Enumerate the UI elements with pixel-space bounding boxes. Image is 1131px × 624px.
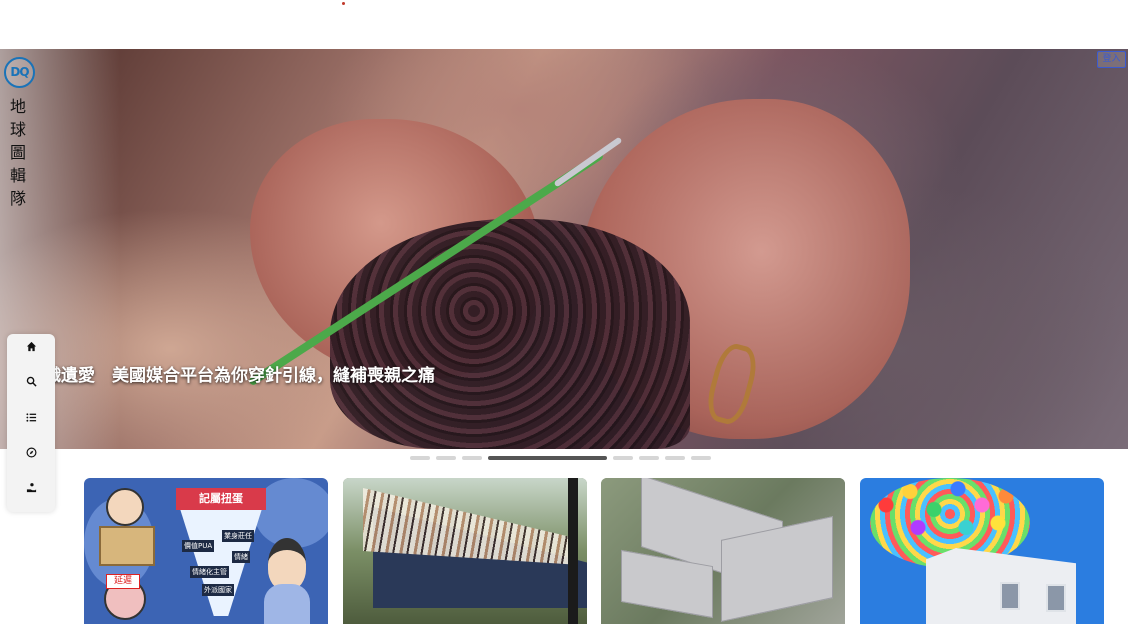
card-1-tag: 情緒化主管	[190, 566, 229, 578]
carousel-dot-8[interactable]	[691, 456, 711, 460]
brand-char: 隊	[10, 189, 27, 208]
carousel-dot-2[interactable]	[436, 456, 456, 460]
nav-explore[interactable]	[7, 440, 55, 464]
brand-char: 地	[10, 97, 27, 116]
hero-carousel[interactable]	[0, 49, 1128, 449]
card-1-banner: 記屬扭蛋	[176, 488, 266, 510]
card-1-tag: 業身莊任	[222, 530, 254, 542]
window-illustration	[1000, 582, 1020, 610]
logo[interactable]: DQ	[4, 57, 35, 88]
worried-woman-illustration	[268, 538, 306, 590]
article-card-2[interactable]	[343, 478, 587, 624]
brand-char: 輯	[10, 166, 27, 185]
woman-body-illustration	[264, 584, 310, 624]
pole-illustration	[568, 478, 578, 624]
funnel-illustration	[176, 496, 266, 616]
carousel-dot-7[interactable]	[665, 456, 685, 460]
manager-illustration	[106, 488, 144, 526]
nav-search[interactable]	[7, 369, 55, 393]
search-icon	[26, 376, 37, 387]
top-marker	[342, 2, 345, 5]
carousel-indicators	[410, 456, 711, 462]
article-card-1[interactable]: 記屬扭蛋 業身莊任 價值PUA 情緒 情緒化主管 外派國家 延遲	[84, 478, 328, 624]
nav-donate[interactable]	[7, 475, 55, 499]
nav-home[interactable]	[7, 334, 55, 358]
card-1-tag: 情緒	[232, 551, 250, 563]
brand-char: 球	[10, 120, 27, 139]
brand-char: 圖	[10, 143, 27, 162]
card-1-sign: 延遲	[106, 574, 140, 589]
carousel-dot-1[interactable]	[410, 456, 430, 460]
card-1-tag: 外派國家	[202, 584, 234, 596]
article-card-3[interactable]	[601, 478, 845, 624]
carousel-dot-3[interactable]	[462, 456, 482, 460]
nav-list[interactable]	[7, 405, 55, 429]
puppet-frame-illustration	[99, 526, 155, 566]
article-card-4[interactable]	[860, 478, 1104, 624]
carousel-dot-4-active[interactable]	[488, 456, 607, 460]
compass-icon	[26, 447, 36, 457]
brand-name[interactable]: 地 球 圖 輯 隊	[10, 95, 30, 210]
home-icon	[26, 341, 36, 351]
donate-icon	[26, 482, 36, 492]
window-illustration	[1046, 584, 1066, 612]
hero-title[interactable]: 織遺愛 美國媒合平台為你穿針引線，縫補喪親之痛	[44, 365, 444, 388]
login-button[interactable]: 登入	[1097, 51, 1126, 68]
carousel-dot-5[interactable]	[613, 456, 633, 460]
carousel-dot-6[interactable]	[639, 456, 659, 460]
hero-image-knitting	[330, 219, 690, 449]
list-icon	[25, 412, 36, 422]
side-nav	[7, 334, 55, 512]
card-1-tag: 價值PUA	[182, 540, 215, 552]
